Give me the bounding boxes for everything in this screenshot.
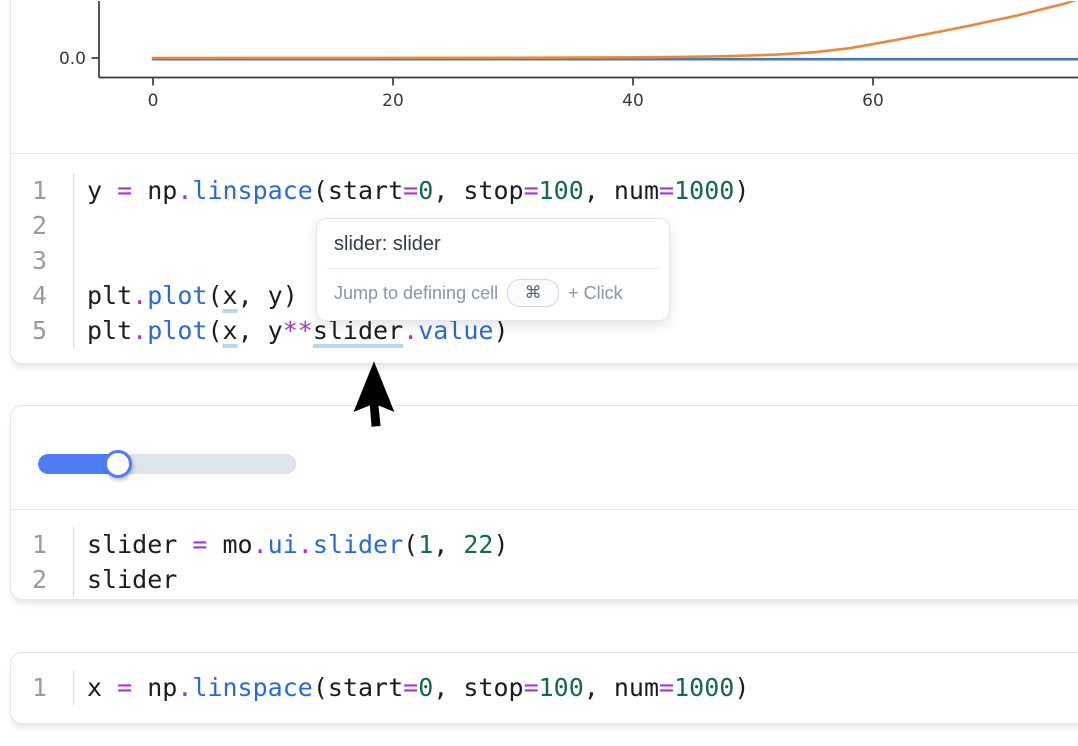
line-number: 5	[11, 313, 74, 348]
svg-text:40: 40	[622, 91, 644, 111]
tooltip-action-label: Jump to defining cell	[334, 283, 498, 304]
cell-x-definition: 1x = np.linspace(start=0, stop=100, num=…	[10, 652, 1078, 724]
code-text	[74, 208, 87, 243]
plot-output: 0.0 0 20 40 60	[11, 1, 1078, 153]
tooltip-title: slider: slider	[317, 219, 669, 268]
code-editor[interactable]: 1slider = mo.ui.slider(1, 22)2slider	[11, 509, 1078, 597]
svg-text:0.0: 0.0	[59, 49, 86, 69]
code-text: y = np.linspace(start=0, stop=100, num=1…	[74, 173, 749, 208]
code-line[interactable]: 1slider = mo.ui.slider(1, 22)	[11, 527, 1078, 562]
reactive-variable: x	[223, 316, 238, 345]
code-line[interactable]: 2slider	[11, 562, 1078, 597]
slider-track[interactable]	[38, 454, 296, 474]
code-text	[74, 243, 87, 278]
code-text: plt.plot(x, y)	[74, 278, 298, 313]
code-line[interactable]: 1x = np.linspace(start=0, stop=100, num=…	[11, 670, 1078, 705]
slider-widget[interactable]	[38, 449, 296, 479]
line-number: 1	[11, 173, 74, 208]
variable-tooltip: slider: slider Jump to defining cell ⌘ +…	[316, 218, 670, 321]
marimo-notebook: 0.00204060 1y = np.linspace(start=0, sto…	[0, 0, 1078, 746]
slider-output	[11, 406, 1078, 509]
plot-svg: 0.0 0 20 40 60	[11, 1, 1078, 153]
code-line[interactable]: 1y = np.linspace(start=0, stop=100, num=…	[11, 173, 1078, 208]
code-text: x = np.linspace(start=0, stop=100, num=1…	[74, 670, 749, 705]
code-text: slider	[74, 562, 177, 597]
cmd-key-badge: ⌘	[507, 279, 559, 307]
slider-handle[interactable]	[104, 450, 132, 478]
tooltip-suffix: + Click	[568, 283, 623, 304]
svg-text:20: 20	[382, 91, 404, 111]
line-number: 4	[11, 278, 74, 313]
line-number: 3	[11, 243, 74, 278]
jump-to-defining-cell[interactable]: Jump to defining cell ⌘ + Click	[317, 269, 669, 320]
svg-text:60: 60	[862, 91, 884, 111]
code-editor[interactable]: 1x = np.linspace(start=0, stop=100, num=…	[11, 653, 1078, 705]
line-number: 1	[11, 527, 74, 562]
cell-slider: 1slider = mo.ui.slider(1, 22)2slider	[10, 405, 1078, 600]
reactive-variable: x	[223, 281, 238, 310]
line-number: 2	[11, 562, 74, 597]
line-number: 1	[11, 670, 74, 705]
command-icon: ⌘	[525, 283, 542, 303]
code-text: slider = mo.ui.slider(1, 22)	[74, 527, 509, 562]
svg-text:0: 0	[148, 91, 159, 111]
line-number: 2	[11, 208, 74, 243]
